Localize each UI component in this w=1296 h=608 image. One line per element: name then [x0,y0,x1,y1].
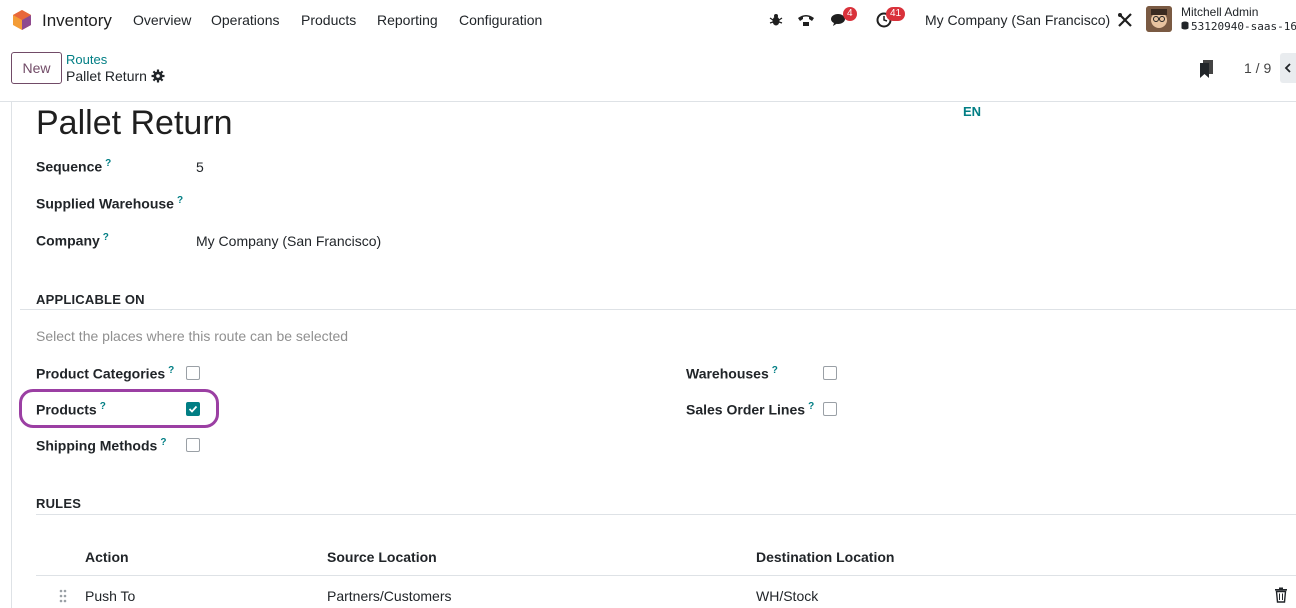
company-label: Company? [36,232,109,249]
help-icon[interactable]: ? [160,437,166,448]
tools-icon[interactable] [1115,10,1135,30]
shipping-methods-label-text: Shipping Methods [36,437,158,454]
menu-reporting[interactable]: Reporting [377,12,438,28]
rule-source-cell[interactable]: Partners/Customers [327,588,451,604]
rule-action-cell[interactable]: Push To [85,588,135,604]
rules-title: RULES [36,496,82,511]
supplied-warehouse-label: Supplied Warehouse? [36,195,183,212]
language-button[interactable]: EN [963,104,981,119]
drag-handle-icon[interactable] [58,588,68,604]
database-icon [1181,21,1189,30]
column-header-destination-location[interactable]: Destination Location [756,549,894,565]
help-icon[interactable]: ? [177,195,183,206]
route-name-field[interactable]: Pallet Return [36,104,233,143]
supplied-warehouse-label-text: Supplied Warehouse [36,195,174,212]
user-name[interactable]: Mitchell Admin [1181,5,1258,19]
company-field[interactable]: My Company (San Francisco) [196,233,381,249]
inventory-app-icon[interactable] [11,9,33,31]
gear-icon[interactable] [151,69,165,83]
menu-products[interactable]: Products [301,12,356,28]
sequence-label-text: Sequence [36,158,103,175]
help-icon[interactable]: ? [168,365,174,376]
app-name[interactable]: Inventory [42,11,112,31]
breadcrumb-routes[interactable]: Routes [66,52,107,67]
messages-badge: 4 [843,7,857,21]
rule-destination-cell[interactable]: WH/Stock [756,588,818,604]
company-label-text: Company [36,232,100,249]
supplied-warehouse-field[interactable] [196,196,596,214]
applicable-on-subtitle: Select the places where this route can b… [36,328,349,344]
control-panel: New Routes Pallet Return 1 / 9 [0,41,1296,102]
trash-icon[interactable] [1274,587,1288,603]
products-highlight-annotation [19,389,219,428]
warehouses-label-text: Warehouses [686,365,769,382]
menu-overview[interactable]: Overview [133,12,191,28]
column-header-action[interactable]: Action [85,549,129,565]
section-divider [20,309,1296,310]
table-header-divider [36,575,1296,576]
help-icon[interactable]: ? [105,158,111,169]
product-categories-label: Product Categories? [36,365,174,382]
warehouses-checkbox[interactable] [823,366,837,380]
menu-operations[interactable]: Operations [211,12,279,28]
help-icon[interactable]: ? [772,365,778,376]
form-sheet-border [11,102,12,608]
product-categories-label-text: Product Categories [36,365,166,382]
help-icon[interactable]: ? [103,232,109,243]
pager-value[interactable]: 1 / 9 [1244,60,1271,76]
section-divider [36,514,1296,515]
database-name: 53120940-saas-16 [1181,20,1296,33]
warehouses-label: Warehouses? [686,365,778,382]
top-navbar: Inventory Overview Operations Products R… [0,0,1296,41]
database-name-text: 53120940-saas-16 [1191,20,1296,33]
company-switcher[interactable]: My Company (San Francisco) [925,12,1110,28]
phone-icon[interactable] [796,10,816,30]
shipping-methods-label: Shipping Methods? [36,437,166,454]
sales-order-lines-checkbox[interactable] [823,402,837,416]
shipping-methods-checkbox[interactable] [186,438,200,452]
sales-order-lines-label: Sales Order Lines? [686,401,814,418]
pager-previous-button[interactable] [1280,53,1296,83]
column-header-source-location[interactable]: Source Location [327,549,437,565]
menu-configuration[interactable]: Configuration [459,12,542,28]
user-avatar[interactable] [1146,6,1172,32]
knowledge-bookmark-icon[interactable] [1200,60,1214,78]
help-icon[interactable]: ? [808,401,814,412]
product-categories-checkbox[interactable] [186,366,200,380]
sales-order-lines-label-text: Sales Order Lines [686,401,806,418]
debug-bug-icon[interactable] [766,10,786,30]
activities-badge: 41 [886,7,906,21]
new-button[interactable]: New [11,52,62,84]
applicable-on-title: APPLICABLE ON [36,292,145,307]
sequence-field[interactable]: 5 [196,159,204,175]
chevron-left-icon [1284,63,1291,73]
breadcrumb-current: Pallet Return [66,68,147,84]
sequence-label: Sequence? [36,158,111,175]
